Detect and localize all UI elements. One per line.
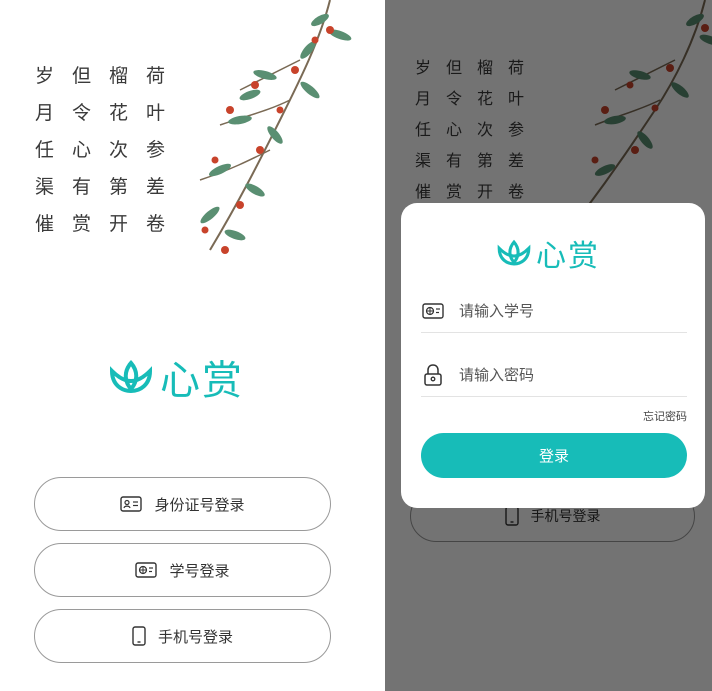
poem-text: 岁 但 榴 荷 月 令 花 叶 任 心 次 参 渠 有 第 差 催 赏 开 卷	[35, 56, 183, 241]
student-card-icon	[135, 562, 158, 578]
poem-char: 但	[72, 65, 92, 87]
poem-char: 叶	[146, 102, 166, 124]
poem-char: 月	[35, 102, 55, 124]
student-id-login-label: 学号登录	[169, 561, 230, 580]
phone-login-button[interactable]: 手机号登录	[34, 609, 331, 663]
poem-char: 渠	[35, 176, 55, 198]
poem-row: 岁 但 榴 荷	[35, 56, 183, 93]
poem-char: 卷	[146, 213, 166, 235]
id-card-login-button[interactable]: 身份证号登录	[34, 477, 331, 531]
poem-char: 岁	[35, 65, 55, 87]
id-card-login-label: 身份证号登录	[154, 495, 245, 514]
poem-char: 第	[109, 176, 129, 198]
poem-char: 令	[72, 102, 92, 124]
brand-name: 心赏	[160, 358, 244, 404]
lotus-icon	[497, 239, 531, 266]
poem-char: 赏	[72, 213, 92, 235]
poem-char: 花	[109, 102, 129, 124]
brand-logo: 心赏	[496, 231, 600, 275]
poem-row: 渠 有 第 差	[35, 167, 183, 204]
poem-char: 有	[72, 176, 92, 198]
student-login-screen: 岁 但 榴 荷 月 令 花 叶 任 心 次 参 渠 有 第 差 催 赏 开 卷	[385, 0, 712, 691]
poem-char: 荷	[146, 65, 166, 87]
lotus-icon	[109, 359, 153, 394]
pomegranate-branch-illustration	[199, 0, 352, 254]
phone-icon	[132, 626, 146, 646]
brand-logo: 心赏	[108, 348, 244, 406]
password-input[interactable]	[459, 365, 669, 384]
phone-login-label: 手机号登录	[157, 627, 233, 646]
poem-char: 心	[72, 139, 92, 161]
poem-char: 催	[35, 213, 55, 235]
password-field	[421, 353, 687, 397]
poem-row: 任 心 次 参	[35, 130, 183, 167]
poem-char: 次	[109, 139, 129, 161]
login-submit-button[interactable]: 登录	[421, 433, 687, 478]
student-id-input[interactable]	[459, 301, 669, 320]
id-card-icon	[120, 496, 143, 512]
poem-char: 参	[146, 139, 166, 161]
poem-row: 月 令 花 叶	[35, 93, 183, 130]
poem-row: 催 赏 开 卷	[35, 204, 183, 241]
student-card-icon	[421, 302, 445, 319]
login-method-screen: 岁 但 榴 荷 月 令 花 叶 任 心 次 参 渠 有 第 差 催 赏 开 卷	[0, 0, 368, 691]
brand-name: 心赏	[536, 239, 600, 274]
poem-char: 开	[109, 213, 129, 235]
lock-icon	[421, 363, 445, 386]
forgot-password-link[interactable]: 忘记密码	[643, 408, 687, 424]
poem-char: 任	[35, 139, 55, 161]
poem-char: 榴	[109, 65, 129, 87]
student-login-modal: 心赏 请输入学号 忘记密码 登录	[401, 203, 705, 508]
student-id-login-button[interactable]: 学号登录	[34, 543, 331, 597]
poem-char: 差	[146, 176, 166, 198]
student-id-field	[421, 289, 687, 333]
